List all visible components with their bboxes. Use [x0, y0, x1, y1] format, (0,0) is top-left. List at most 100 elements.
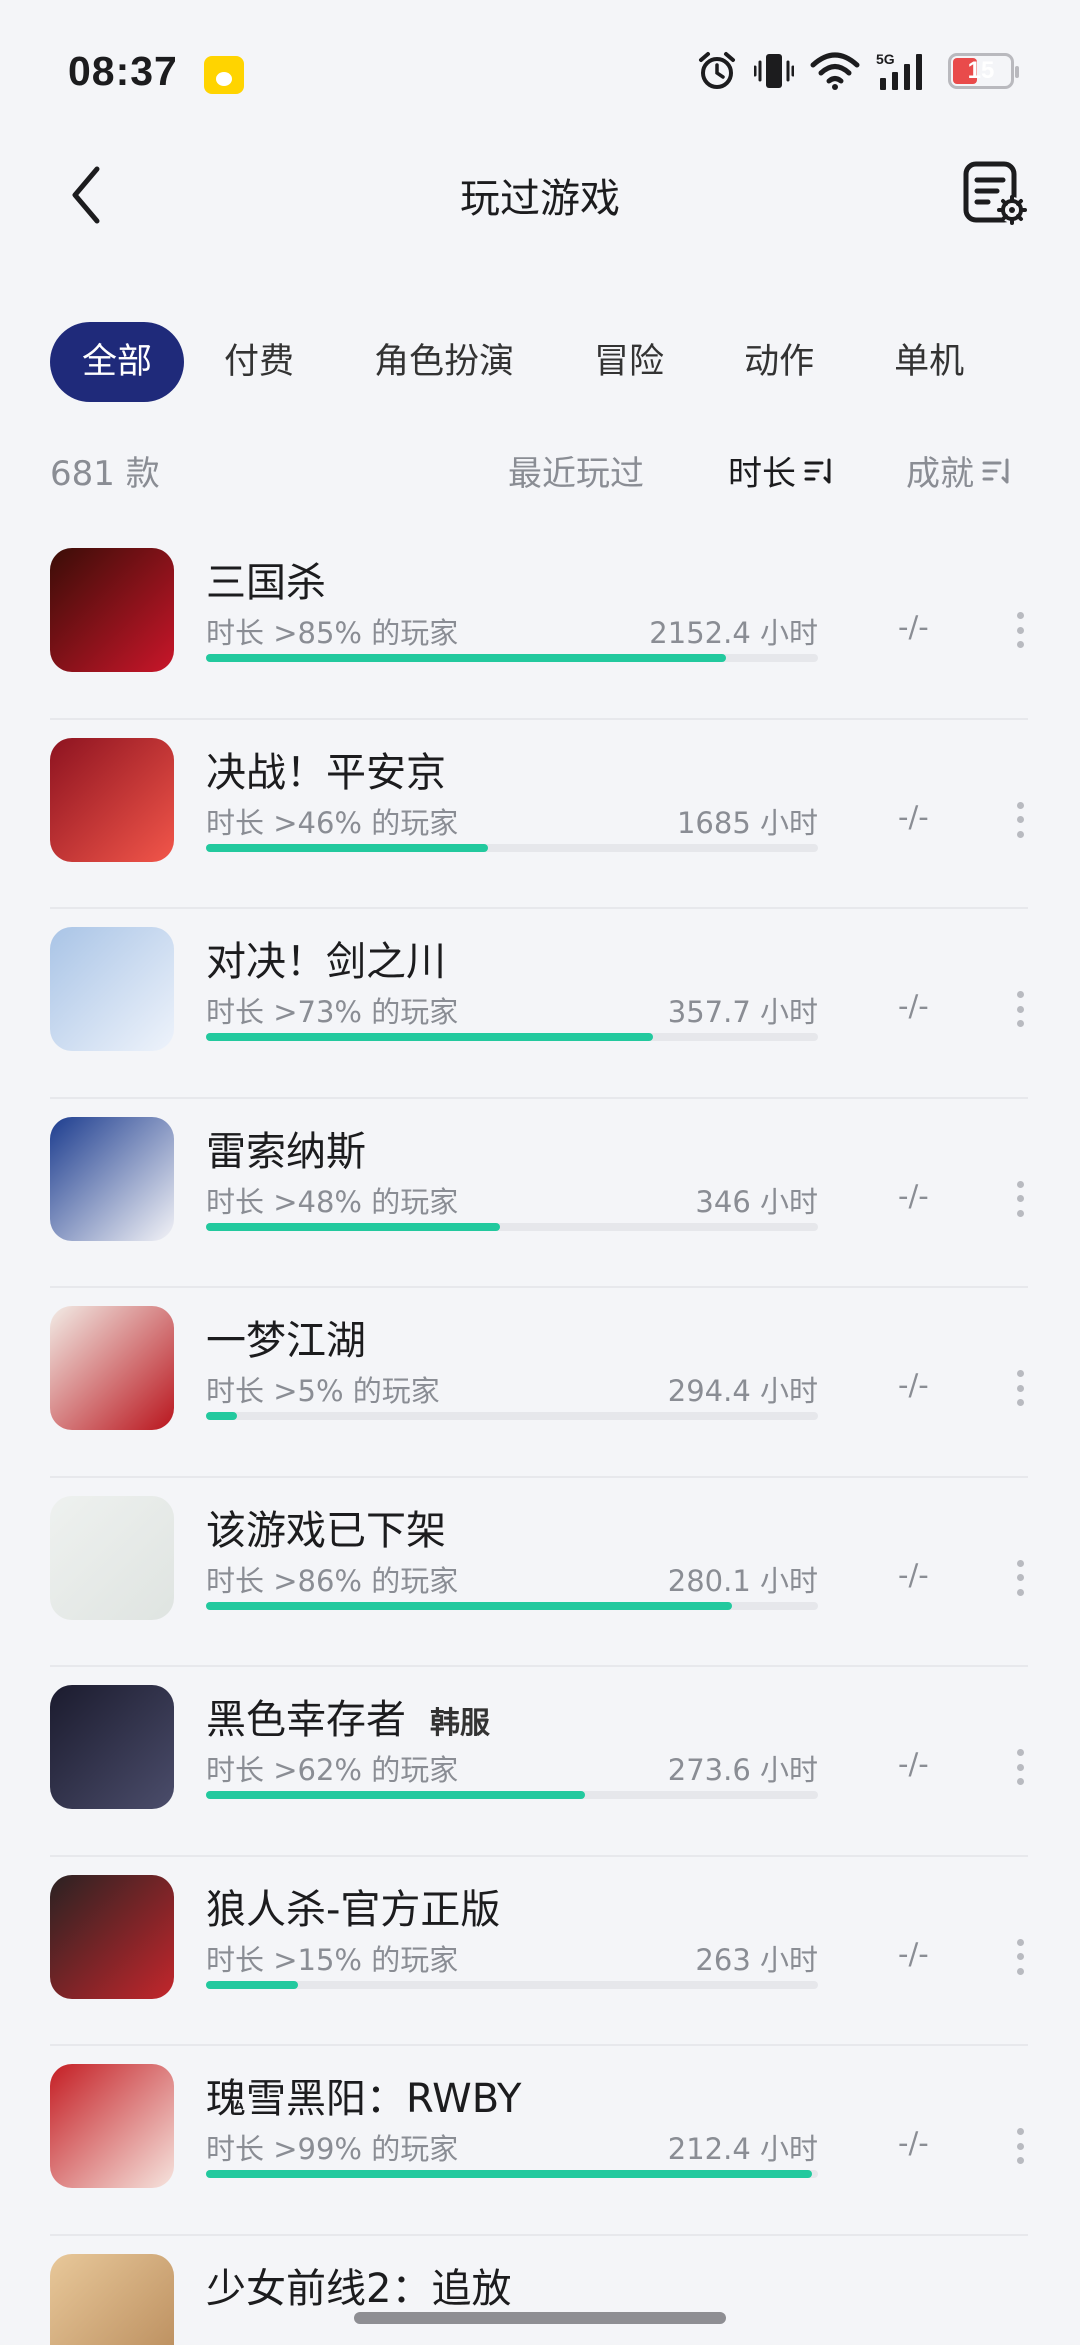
status-icons: 5G 15 [696, 50, 1019, 92]
game-list: 三国杀 时长 >85% 的玩家 2152.4 小时 -/- 决战！平安京 时长 … [50, 530, 1028, 2345]
tab-paid[interactable]: 付费 [184, 322, 334, 402]
tab-rpg[interactable]: 角色扮演 [334, 322, 554, 402]
more-vertical-icon[interactable] [1016, 1370, 1024, 1406]
game-row[interactable]: 该游戏已下架 时长 >86% 的玩家 280.1 小时 -/- [50, 1478, 1028, 1667]
playtime-progress-fill [206, 1033, 653, 1041]
game-name: 决战！平安京 [206, 749, 446, 796]
alarm-icon [699, 52, 735, 89]
tab-action[interactable]: 动作 [704, 322, 854, 402]
playtime-progress-bar [206, 2170, 818, 2178]
achievement-value: -/- [898, 1368, 929, 1402]
playtime-progress-fill [206, 1412, 237, 1420]
status-bar: 08:37 5G 15 [0, 0, 1080, 150]
playtime-percentile: 时长 >85% 的玩家 [206, 616, 459, 650]
playtime-percentile: 时长 >15% 的玩家 [206, 1942, 459, 1977]
playtime-hours: 346 小时 [695, 1184, 818, 1219]
sort-icon [982, 458, 1009, 483]
game-row[interactable]: 雷索纳斯 时长 >48% 的玩家 346 小时 -/- [50, 1099, 1028, 1288]
game-icon[interactable] [50, 1306, 174, 1430]
playtime-percentile: 时长 >5% 的玩家 [206, 1374, 440, 1408]
game-count: 681 款 [50, 454, 160, 494]
tab-single-player[interactable]: 单机 [854, 322, 1004, 402]
sort-row: 681 款 最近玩过 时长 成就 [50, 440, 1030, 500]
cellular-5g-icon: 5G [876, 51, 922, 90]
game-name: 三国杀 [206, 560, 326, 606]
playtime-progress-fill [206, 1791, 586, 1799]
status-time: 08:37 [68, 48, 178, 94]
achievement-value: -/- [898, 1557, 929, 1592]
game-icon[interactable] [50, 2064, 174, 2188]
game-name: 雷索纳斯 [206, 1128, 366, 1175]
playtime-progress-fill [206, 1601, 733, 1610]
playtime-progress-bar [206, 1033, 818, 1041]
more-vertical-icon[interactable] [1016, 2128, 1024, 2164]
game-icon[interactable] [50, 737, 174, 862]
page-title: 玩过游戏 [460, 176, 620, 222]
vibrate-icon [754, 54, 794, 88]
list-settings-button[interactable] [960, 158, 1032, 230]
sort-achievement-button[interactable]: 成就 [906, 446, 1012, 495]
more-vertical-icon[interactable] [1016, 801, 1024, 838]
game-name: 少女前线2：追放 [206, 2265, 512, 2312]
playtime-percentile: 时长 >46% 的玩家 [206, 805, 459, 840]
playtime-hours: 273.6 小时 [667, 1753, 818, 1787]
game-name: 瑰雪黑阳：RWBY [206, 2076, 522, 2122]
game-icon[interactable] [50, 1685, 174, 1809]
category-tabs: 全部 付费 角色扮演 冒险 动作 单机 [50, 322, 1080, 402]
game-row[interactable]: 瑰雪黑阳：RWBY 时长 >99% 的玩家 212.4 小时 -/- [50, 2046, 1028, 2236]
game-icon[interactable] [50, 927, 174, 1051]
game-icon[interactable] [50, 1495, 174, 1620]
sort-icon [804, 458, 831, 483]
game-name: 狼人杀-官方正版 [206, 1886, 501, 1933]
tab-adventure[interactable]: 冒险 [554, 322, 704, 402]
game-row[interactable]: 三国杀 时长 >85% 的玩家 2152.4 小时 -/- [50, 530, 1028, 720]
playtime-percentile: 时长 >48% 的玩家 [206, 1184, 459, 1219]
playtime-progress-bar [206, 1601, 818, 1610]
more-vertical-icon[interactable] [1016, 1559, 1024, 1596]
game-row[interactable]: 狼人杀-官方正版 时长 >15% 的玩家 263 小时 -/- [50, 1857, 1028, 2046]
page-header: 玩过游戏 [0, 150, 1080, 240]
achievement-value: -/- [898, 1747, 929, 1781]
game-icon[interactable] [50, 2253, 174, 2345]
game-icon[interactable] [50, 548, 174, 672]
game-name: 一梦江湖 [206, 1318, 366, 1364]
playtime-progress-bar [206, 1791, 818, 1799]
more-vertical-icon[interactable] [1016, 1749, 1024, 1785]
game-icon[interactable] [50, 1116, 174, 1241]
game-row[interactable]: 少女前线2：追放 [50, 2236, 1028, 2345]
playtime-percentile: 时长 >86% 的玩家 [206, 1563, 459, 1598]
playtime-progress-fill [206, 1980, 298, 1989]
playtime-progress-fill [206, 843, 488, 852]
playtime-progress-bar [206, 1980, 818, 1989]
playtime-progress-fill [206, 1222, 500, 1231]
home-indicator[interactable] [354, 2312, 726, 2324]
achievement-value: -/- [898, 610, 929, 644]
game-row[interactable]: 决战！平安京 时长 >46% 的玩家 1685 小时 -/- [50, 720, 1028, 909]
playtime-progress-fill [206, 654, 727, 662]
app-notification-icon [204, 56, 244, 94]
more-vertical-icon[interactable] [1016, 612, 1024, 648]
game-row[interactable]: 对决！剑之川 时长 >73% 的玩家 357.7 小时 -/- [50, 909, 1028, 1099]
achievement-value: -/- [898, 799, 929, 834]
game-row[interactable]: 黑色幸存者 韩服 时长 >62% 的玩家 273.6 小时 -/- [50, 1667, 1028, 1857]
playtime-hours: 263 小时 [695, 1942, 818, 1977]
list-settings-icon [963, 161, 1027, 225]
achievement-value: -/- [898, 1178, 929, 1213]
more-vertical-icon[interactable] [1016, 991, 1024, 1027]
region-tag: 韩服 [430, 1706, 490, 1741]
battery-icon: 15 [948, 53, 1019, 89]
playtime-hours: 2152.4 小时 [649, 616, 818, 650]
game-icon[interactable] [50, 1874, 174, 1999]
playtime-hours: 357.7 小时 [667, 995, 818, 1029]
tab-all[interactable]: 全部 [50, 322, 185, 402]
achievement-value: -/- [898, 1936, 929, 1971]
playtime-hours: 212.4 小时 [667, 2132, 818, 2166]
game-row[interactable]: 一梦江湖 时长 >5% 的玩家 294.4 小时 -/- [50, 1288, 1028, 1478]
sort-recent-button[interactable]: 最近玩过 [508, 446, 644, 495]
sort-duration-button[interactable]: 时长 [728, 446, 834, 495]
battery-level: 15 [967, 57, 995, 84]
more-vertical-icon[interactable] [1016, 1938, 1024, 1975]
playtime-progress-bar [206, 1222, 818, 1231]
game-name: 黑色幸存者 [206, 1697, 406, 1743]
more-vertical-icon[interactable] [1016, 1180, 1024, 1217]
